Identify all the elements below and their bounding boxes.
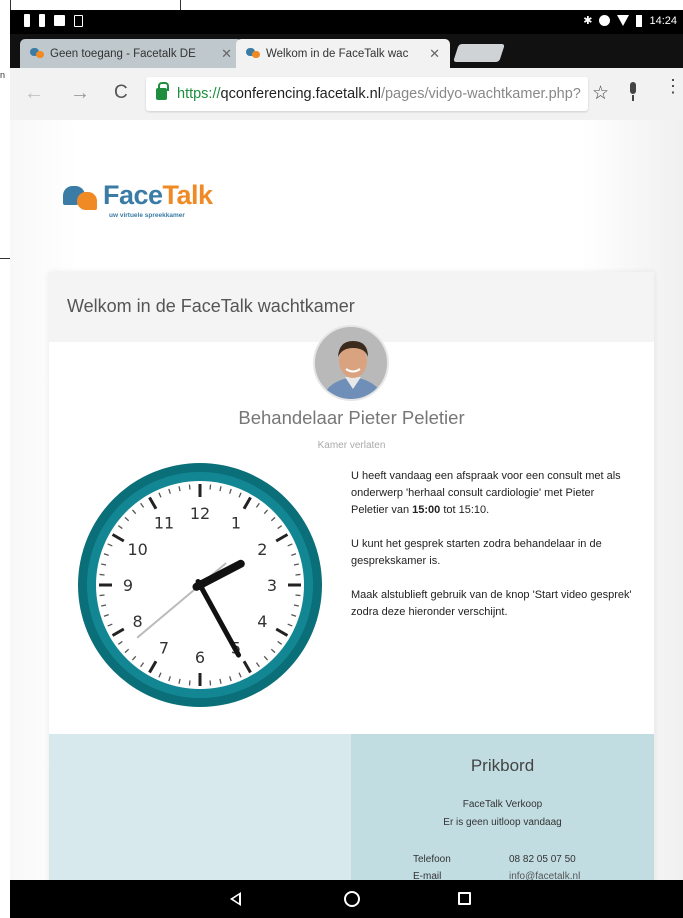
status-bar: ✱ 14:24 xyxy=(10,10,683,34)
notification-icon xyxy=(24,14,30,27)
facetalk-logo-icon xyxy=(63,186,99,212)
lock-icon xyxy=(156,82,169,100)
video-instruction-text: Maak alstublieft gebruik van de knop 'St… xyxy=(351,589,632,618)
clock-number: 6 xyxy=(195,648,205,667)
tab-geen-toegang[interactable]: Geen toegang - Facetalk DE ✕ xyxy=(20,39,242,68)
close-icon[interactable]: ✕ xyxy=(429,46,440,62)
phone-label: Telefoon xyxy=(413,854,451,865)
tab-welkom[interactable]: Welkom in de FaceTalk wac ✕ xyxy=(236,39,450,68)
doctor-name: Behandelaar Pieter Peletier xyxy=(238,407,465,428)
video-area xyxy=(49,734,351,880)
appointment-text: U heeft vandaag een afspraak voor een co… xyxy=(351,470,621,516)
avatar xyxy=(313,325,389,401)
url-scheme: https:// xyxy=(177,86,221,102)
clock-minute-tick xyxy=(99,594,105,597)
clock-minute-tick xyxy=(295,573,301,576)
android-nav-bar xyxy=(10,880,683,918)
analog-clock: 121234567891011 xyxy=(78,463,322,707)
clock-minute-tick xyxy=(209,484,212,490)
tablet-screen: ✱ 14:24 Geen toegang - Facetalk DE ✕ Wel… xyxy=(10,10,683,918)
page-title: Welkom in de FaceTalk wachtkamer xyxy=(67,296,355,316)
notification-icon xyxy=(39,14,45,27)
address-bar[interactable]: https://qconferencing.facetalk.nl/pages/… xyxy=(146,77,588,111)
clock-number: 8 xyxy=(133,612,143,631)
menu-icon[interactable]: ⋮ xyxy=(664,77,682,95)
prikbord-title: Prikbord xyxy=(470,756,535,775)
leave-room-link[interactable]: Kamer verlaten xyxy=(49,440,654,451)
web-page: FaceTalk uw virtuele spreekkamer Welkom … xyxy=(10,120,683,880)
clock-number: 2 xyxy=(257,540,267,559)
truncated-text: n xyxy=(0,70,6,80)
clock-number: 12 xyxy=(190,504,210,523)
bookmark-star-icon[interactable]: ☆ xyxy=(592,82,609,105)
nav-home-icon[interactable] xyxy=(344,891,360,907)
appointment-info: U heeft vandaag een afspraak voor een co… xyxy=(351,468,633,638)
back-icon[interactable]: ← xyxy=(24,82,44,105)
clock-number: 3 xyxy=(267,576,277,595)
status-time: 14:24 xyxy=(649,14,677,27)
start-time: 15:00 xyxy=(412,504,441,516)
bluetooth-icon: ✱ xyxy=(583,15,593,27)
clock-minute-tick xyxy=(188,484,191,490)
tab-title: Geen toegang - Facetalk DE xyxy=(50,47,196,60)
microphone-icon[interactable] xyxy=(628,82,638,104)
new-tab-button[interactable] xyxy=(453,44,505,62)
doctor-photo xyxy=(315,327,387,399)
reload-icon[interactable]: C xyxy=(114,82,128,104)
clock-minute-tick xyxy=(99,573,105,576)
sim-icon xyxy=(74,14,83,27)
prikbord-panel: Prikbord FaceTalk Verkoop Er is geen uit… xyxy=(351,734,654,880)
clock-center xyxy=(195,580,205,590)
clock-number: 9 xyxy=(123,576,133,595)
prikbord-line: FaceTalk Verkoop xyxy=(462,799,543,810)
tab-strip: Geen toegang - Facetalk DE ✕ Welkom in d… xyxy=(10,34,683,68)
clock-number: 11 xyxy=(154,514,174,533)
browser-toolbar: ← → C https://qconferencing.facetalk.nl /… xyxy=(10,68,683,120)
clock-minute-tick xyxy=(209,680,212,686)
clock-number: 1 xyxy=(231,514,241,533)
clock-number: 4 xyxy=(257,612,267,631)
tab-title: Welkom in de FaceTalk wac xyxy=(266,47,409,60)
forward-icon[interactable]: → xyxy=(70,82,90,105)
logo-tagline: uw virtuele spreekkamer xyxy=(109,212,185,219)
facetalk-favicon-icon xyxy=(246,48,260,59)
battery-icon xyxy=(636,14,643,27)
start-instruction-text: U kunt het gesprek starten zodra behande… xyxy=(351,538,602,567)
clock-number: 10 xyxy=(127,540,147,559)
nav-recent-apps-icon[interactable] xyxy=(458,892,471,905)
logo-wordmark: FaceTalk xyxy=(103,180,213,210)
clock-minute-tick xyxy=(295,594,301,597)
facetalk-favicon-icon xyxy=(30,48,44,59)
nav-back-icon[interactable] xyxy=(230,892,241,906)
clock-number: 7 xyxy=(159,638,169,657)
clock-minute-tick xyxy=(188,680,191,686)
dnd-icon xyxy=(599,15,611,26)
wifi-icon xyxy=(617,15,630,26)
image-icon xyxy=(54,15,65,26)
phone-value: 08 82 05 07 50 xyxy=(509,854,576,865)
prikbord-line: Er is geen uitloop vandaag xyxy=(443,817,562,828)
email-label: E-mail xyxy=(413,871,442,880)
waiting-room-card: Welkom in de FaceTalk wachtkamer Behande… xyxy=(49,272,654,880)
url-host: qconferencing.facetalk.nl xyxy=(220,86,381,102)
email-link[interactable]: info@facetalk.nl xyxy=(509,871,580,880)
url-path: /pages/vidyo-wachtkamer.php? xyxy=(380,86,581,102)
close-icon[interactable]: ✕ xyxy=(221,46,232,62)
